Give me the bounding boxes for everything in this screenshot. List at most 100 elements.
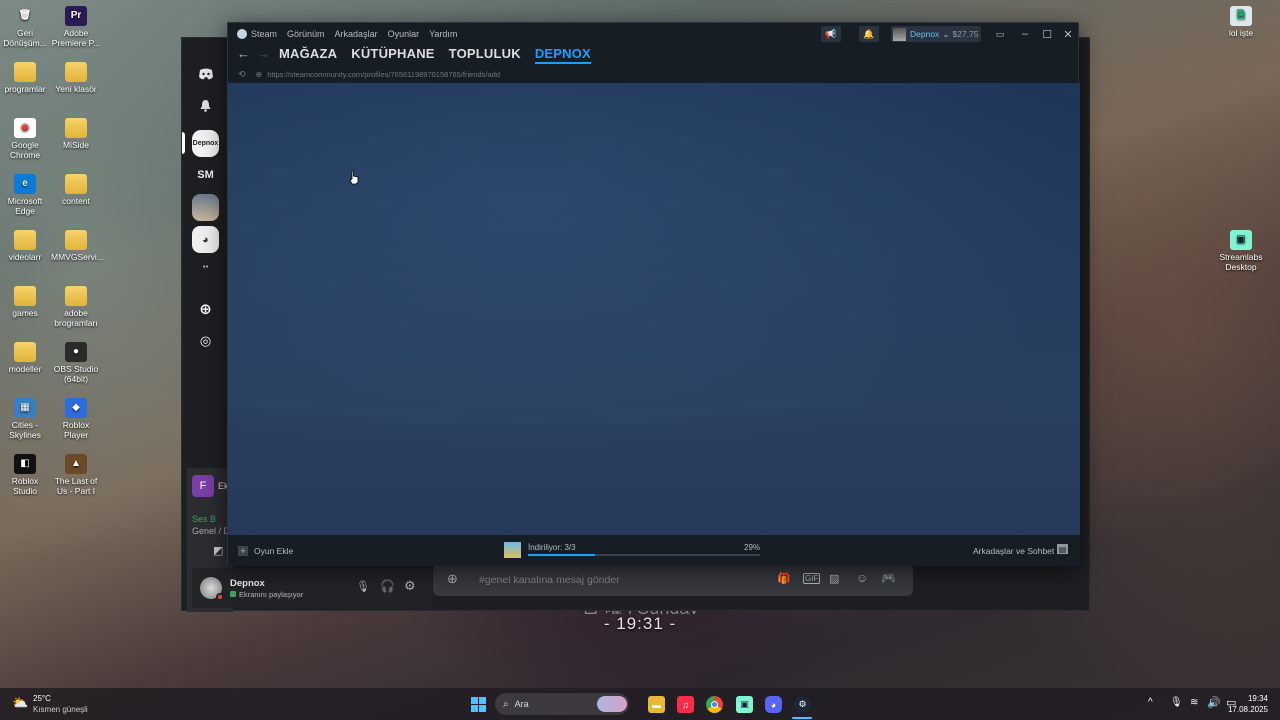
attach-plus-icon[interactable]: ⊕ [447,571,458,587]
itunes-icon[interactable]: ♫ [677,696,694,713]
server-avatar-2[interactable]: ◕ [192,226,219,253]
friends-chat-icon[interactable]: ▤ [1057,544,1068,554]
server-group[interactable]: ▪▪ [192,256,219,276]
desktop-icon[interactable]: content [51,174,101,206]
add-game-plus-icon[interactable]: + [238,545,248,556]
desktop-icon[interactable]: modeller [0,342,50,374]
download-status[interactable]: İndiriliyor: 3/3 [528,543,576,552]
desktop-icon-streamlabs[interactable]: ▣ Streamlabs Desktop [1216,230,1266,272]
desktop-icon[interactable]: e Microsoft Edge [0,174,50,216]
desktop-icon[interactable]: ▲ The Last of Us - Part I [51,454,101,496]
desktop-icon-label: MiSide [63,140,89,150]
desktop-icon[interactable]: ● OBS Studio (64bit) [51,342,101,384]
announcements-megaphone-icon[interactable]: 📢 [821,26,841,42]
show-hidden-icons-chevron-icon[interactable]: ^ [1148,697,1153,708]
wallet-balance: $27.75 [952,29,979,39]
desktop-icon-label: Google Chrome [9,140,41,160]
big-picture-icon[interactable]: ▭ [992,26,1008,42]
nav-community[interactable]: TOPLULUK [449,46,521,64]
wifi-icon[interactable]: ≋ [1190,697,1198,708]
desktop-icon[interactable]: games [0,286,50,318]
emoji-icon[interactable]: ☺ [856,571,868,585]
gift-icon[interactable]: 🎁 [777,572,791,585]
avatar[interactable] [200,577,224,601]
gif-icon[interactable]: GIF [803,573,821,584]
message-input[interactable]: ⊕ #genel kanalına mesaj gönder 🎁 GIF ▨ ☺… [433,564,913,596]
weather-desc[interactable]: Kısmen güneşli [33,705,88,714]
settings-gear-icon[interactable]: ⚙ [404,578,416,594]
menu-games[interactable]: Oyunlar [388,29,420,39]
forward-arrow-icon[interactable]: → [257,46,270,61]
desktop-icon-label: The Last of Us - Part I [54,476,98,496]
minimize-button[interactable]: – [1017,26,1033,42]
voice-connected-label: Ses B [192,514,217,524]
active-server-indicator [182,132,185,154]
menu-steam[interactable]: Steam [251,29,277,39]
microphone-icon[interactable]: 🎙 [356,580,370,593]
volume-icon[interactable]: 🔊 [1207,696,1221,709]
desktop-icon-lol-iste[interactable]: 🗎 lol işte [1216,6,1266,38]
file-explorer-icon[interactable]: ▬ [648,696,665,713]
headphones-icon[interactable]: 🎧 [380,579,395,593]
folder-icon [14,62,36,82]
add-server-icon[interactable]: ⊕ [192,295,219,322]
nav-profile[interactable]: DEPNOX [534,46,591,64]
desktop-icon[interactable]: programlar [0,62,50,94]
taskbar-search-box[interactable]: ⌕ Ara [495,693,629,715]
streamlabs-icon[interactable]: ▣ [736,696,753,713]
server-sm[interactable]: SM [192,161,219,188]
maximize-button[interactable]: ☐ [1039,26,1055,42]
desktop-icon[interactable]: ▦ Cities - Skylines [0,398,50,440]
desktop-icon[interactable]: ◉ Google Chrome [0,118,50,160]
desktop-icon[interactable]: Pr Adobe Premiere P... [51,6,101,48]
steam-footer: + Oyun Ekle İndiriliyor: 3/3 29% Arkadaş… [228,535,1080,566]
desktop-icon[interactable]: MMVGServi... [51,230,104,262]
desktop-icon[interactable]: ◆ Roblox Player [51,398,101,440]
friends-chat-button[interactable]: Arkadaşlar ve Sohbet [973,546,1054,556]
back-arrow-icon[interactable]: ← [237,46,250,61]
desktop-icon-label: OBS Studio (64bit) [53,364,99,384]
desktop-icon[interactable]: 🗑 Geri Dönüşüm... [0,6,50,49]
add-game-button[interactable]: Oyun Ekle [254,546,293,556]
desktop-icon[interactable]: adobe brogramları [51,286,101,328]
desktop-icon[interactable]: videolarr [0,230,50,262]
nav-library[interactable]: KÜTÜPHANE [351,46,434,64]
weather-temp[interactable]: 25°C [33,694,51,703]
discover-icon[interactable]: ◎ [192,327,219,354]
notifications-bell-icon[interactable]: 🔔 [859,26,879,42]
windows-start-icon[interactable] [470,696,487,713]
folder-icon [14,286,36,306]
account-menu[interactable]: Depnox ⌄ $27.75 [891,26,981,42]
server-depnox[interactable]: Depnox [192,130,219,157]
steam-icon[interactable]: ⚙ [794,696,811,713]
username: Depnox [230,577,265,589]
sticker-icon[interactable]: ▨ [829,572,839,585]
desktop-icon-label: games [12,308,38,318]
activities-gamepad-icon[interactable]: 🎮 [881,571,896,585]
desktop-icon[interactable]: ◧ Roblox Studio [0,454,50,496]
menu-view[interactable]: Görünüm [287,29,325,39]
discord-home-icon[interactable] [192,60,219,87]
microphone-tray-icon[interactable]: 🎙 [1170,697,1183,708]
menu-help[interactable]: Yardım [429,29,457,39]
folder-icon [14,230,36,250]
desktop-icon[interactable]: Yeni klasör [51,62,101,94]
taskbar-clock-time[interactable]: 19:34 [1226,694,1268,703]
nav-store[interactable]: MAĞAZA [279,46,337,64]
taskbar-clock-date[interactable]: 17.08.2025 [1222,705,1268,714]
obs-icon: ● [65,342,87,362]
discord-icon[interactable]: ◕ [765,696,782,713]
screen-share-icon[interactable]: ◩ [213,544,223,557]
server-avatar-1[interactable] [192,194,219,221]
menu-friends[interactable]: Arkadaşlar [335,29,378,39]
account-avatar [893,27,906,41]
page-url[interactable]: https://steamcommunity.com/profiles/7656… [267,70,500,79]
chrome-icon[interactable] [706,696,723,713]
notification-bell-icon[interactable] [192,92,219,119]
desktop-icon-label: modeller [8,364,42,374]
desktop-icon[interactable]: MiSide [51,118,101,150]
close-button[interactable]: ✕ [1060,26,1076,42]
edge-icon: e [14,174,36,194]
reload-icon[interactable]: ⟲ [238,69,246,80]
download-game-thumbnail[interactable] [504,542,521,558]
